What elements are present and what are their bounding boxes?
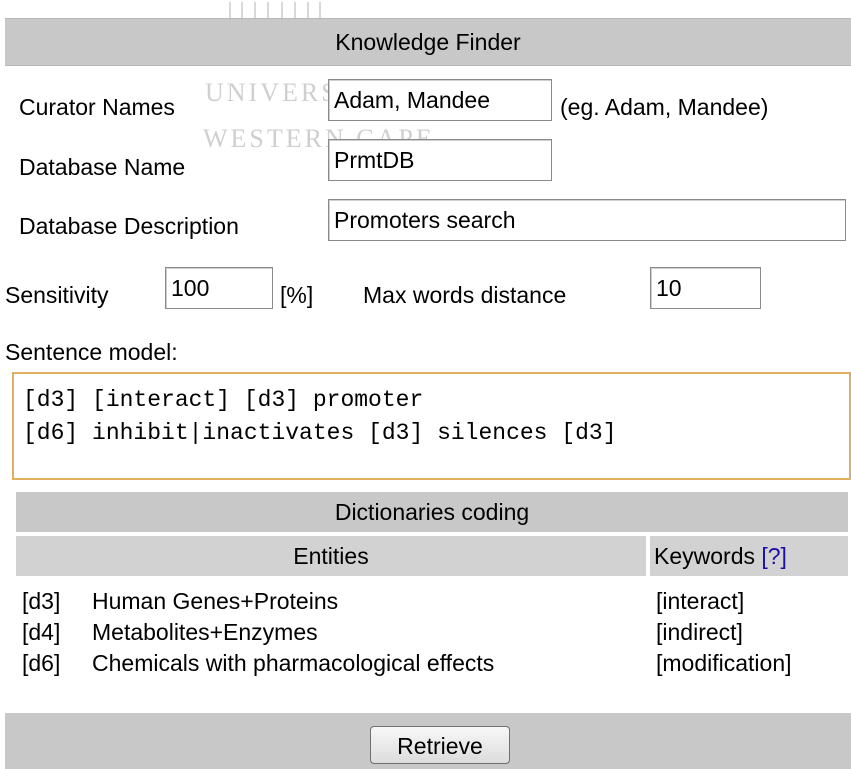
dictionaries-coding-table: Dictionaries coding Entities Keywords [?…: [12, 492, 851, 710]
form-footer: Retrieve: [5, 713, 851, 769]
dictionary-entity: Metabolites+Enzymes: [92, 619, 318, 645]
retrieve-button[interactable]: Retrieve: [370, 726, 510, 764]
dictionary-keyword: [indirect]: [656, 619, 743, 645]
dictionary-code: [d4]: [22, 619, 61, 645]
max-words-distance-input[interactable]: 10: [650, 267, 761, 309]
database-description-label: Database Description: [19, 213, 239, 239]
dictionary-code: [d3]: [22, 588, 61, 614]
dictionary-code: [d6]: [22, 650, 61, 676]
form-title: Knowledge Finder: [5, 18, 851, 66]
max-words-distance-label: Max words distance: [363, 282, 567, 308]
sentence-model-label: Sentence model:: [5, 339, 178, 365]
dictionary-entity: Chemicals with pharmacological effects: [92, 650, 495, 676]
sentence-model-textarea[interactable]: [d3] [interact] [d3] promoter [d6] inhib…: [12, 372, 851, 480]
database-name-input[interactable]: PrmtDB: [328, 139, 552, 181]
entities-column-header: Entities: [16, 536, 646, 576]
database-description-input[interactable]: Promoters search: [328, 199, 846, 241]
curator-names-hint: (eg. Adam, Mandee): [560, 94, 769, 120]
sensitivity-input[interactable]: 100: [165, 267, 273, 309]
database-name-label: Database Name: [19, 154, 186, 180]
dictionaries-coding-header: Dictionaries coding: [16, 492, 848, 532]
dictionary-entity: Human Genes+Proteins: [92, 588, 339, 614]
curator-names-label: Curator Names: [19, 94, 175, 120]
curator-names-input[interactable]: Adam, Mandee: [328, 79, 552, 121]
keywords-help-link[interactable]: [?]: [761, 543, 787, 569]
dictionary-keyword: [modification]: [656, 650, 792, 676]
dictionary-keyword: [interact]: [656, 588, 745, 614]
sensitivity-unit: [%]: [280, 282, 314, 308]
sensitivity-label: Sensitivity: [5, 282, 109, 308]
keywords-column-header: Keywords [?]: [650, 536, 848, 576]
keywords-header-label: Keywords: [654, 543, 755, 569]
